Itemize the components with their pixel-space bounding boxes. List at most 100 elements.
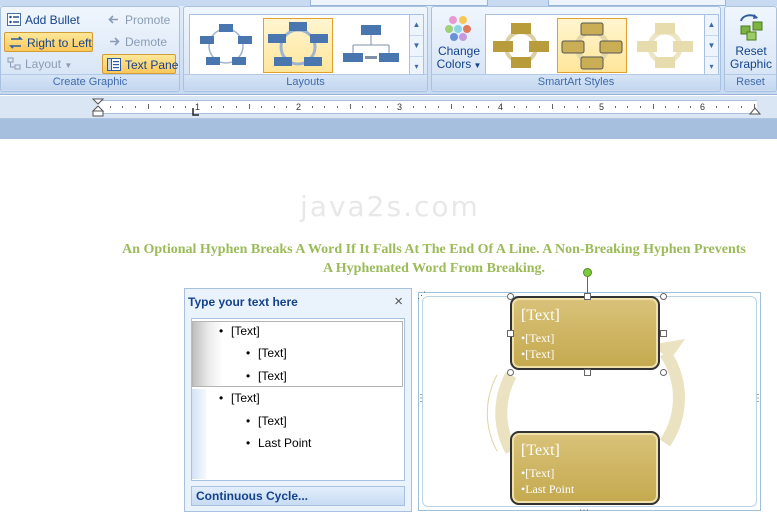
layout-dropdown-button[interactable]: Layout ▼ xyxy=(3,54,72,74)
ruler-tick xyxy=(210,106,212,108)
ruler-tick xyxy=(349,104,351,109)
style-option-light[interactable] xyxy=(632,18,698,73)
text-pane-button[interactable]: Text Pane xyxy=(102,54,179,74)
ruler-number: 5 xyxy=(599,102,605,112)
ruler-tick xyxy=(223,106,225,108)
scroll-up-icon[interactable]: ▲ xyxy=(410,15,423,36)
smartart-canvas[interactable]: [Text] •[Text] •[Text] [Text] •[Text] •L… xyxy=(416,268,763,516)
basic-cycle-thumbnail xyxy=(200,24,252,65)
styles-gallery-scrollbar[interactable]: ▲ ▼ ▾ xyxy=(704,15,718,78)
selected-item-group xyxy=(192,321,403,387)
resize-handle[interactable] xyxy=(660,369,667,376)
frame-bottom-handle[interactable]: ⋯ xyxy=(579,505,589,516)
ruler-tick xyxy=(134,106,136,108)
rotate-stem xyxy=(587,277,588,293)
tab-stop-icon[interactable] xyxy=(192,108,200,116)
resize-handle[interactable] xyxy=(584,293,591,300)
paragraph-line-1: An Optional Hyphen Breaks A Word If It F… xyxy=(122,242,746,257)
ruler-tick xyxy=(690,106,692,108)
ruler-tick xyxy=(677,106,679,108)
ruler-tick xyxy=(286,106,288,108)
ruler-tick xyxy=(172,106,174,108)
page-gap xyxy=(0,119,777,139)
change-colors-button[interactable]: Change Colors ▼ xyxy=(435,14,483,72)
resize-handle[interactable] xyxy=(507,369,514,376)
resize-handle[interactable] xyxy=(584,369,591,376)
ruler-tick xyxy=(652,104,654,109)
scroll-down-icon[interactable]: ▼ xyxy=(705,36,718,57)
frame-side-handle[interactable]: ⋮ xyxy=(416,393,426,404)
right-indent-marker-icon[interactable] xyxy=(749,105,761,115)
ruler-tick xyxy=(564,106,566,108)
node-bullet: •[Text] xyxy=(521,331,555,345)
demote-button[interactable]: Demote xyxy=(103,32,167,52)
scroll-down-icon[interactable]: ▼ xyxy=(410,36,423,57)
demote-arrow-icon xyxy=(110,37,120,46)
ruler-tick xyxy=(147,104,149,109)
ruler-tick xyxy=(109,106,111,108)
chevron-down-icon: ▼ xyxy=(471,61,482,70)
text-pane-item-level2[interactable]: [Text] xyxy=(246,346,287,360)
ruler-tick xyxy=(551,104,553,109)
resize-handle[interactable] xyxy=(660,330,667,337)
right-to-left-icon xyxy=(9,36,23,49)
frame-corner[interactable]: ⋰ xyxy=(417,291,426,300)
rotate-handle[interactable] xyxy=(583,268,592,277)
layout-option-continuous-cycle[interactable] xyxy=(263,18,333,73)
ruler-tick xyxy=(273,106,275,108)
close-icon[interactable]: × xyxy=(394,293,403,310)
smartart-node-2[interactable]: [Text] •[Text] •Last Point xyxy=(510,431,660,505)
text-pane-item-level1[interactable]: [Text] xyxy=(219,391,260,405)
text-pane-list[interactable]: [Text] [Text] [Text] [Text] [Text] Last … xyxy=(191,318,405,481)
node-bullet: •[Text] xyxy=(521,347,555,361)
reset-graphic-button[interactable]: Reset Graphic xyxy=(726,12,776,71)
ruler-tick xyxy=(160,106,162,108)
layouts-gallery-scrollbar[interactable]: ▲ ▼ ▾ xyxy=(409,15,423,78)
ruler-number: 6 xyxy=(700,102,706,112)
selected-style-thumbnail xyxy=(561,22,623,70)
scroll-up-icon[interactable]: ▲ xyxy=(705,15,718,36)
promote-arrow-icon xyxy=(108,15,118,24)
style-option-flat[interactable] xyxy=(488,18,554,73)
left-indent-marker-icon[interactable] xyxy=(92,98,104,118)
document-paragraph[interactable]: An Optional Hyphen Breaks A Word If It F… xyxy=(100,240,768,278)
node-title: [Text] xyxy=(521,442,560,459)
smartart-text-pane: Type your text here × [Text] [Text] [Tex… xyxy=(184,288,412,512)
ruler-tick xyxy=(488,106,490,108)
right-to-left-label: Right to Left xyxy=(27,36,92,50)
horizontal-ruler[interactable]: 123456 xyxy=(0,96,777,119)
resize-handle[interactable] xyxy=(507,330,514,337)
ruler-tick xyxy=(475,106,477,108)
style-option-selected[interactable] xyxy=(557,18,627,73)
text-pane-title: Type your text here xyxy=(188,295,298,309)
layout-name-link[interactable]: Continuous Cycle... xyxy=(191,486,405,506)
smartart-node-1[interactable]: [Text] •[Text] •[Text] xyxy=(510,296,660,370)
text-pane-item-level2[interactable]: Last Point xyxy=(246,436,311,450)
smartart-styles-gallery: ▲ ▼ ▾ xyxy=(485,14,719,79)
ruler-tick xyxy=(639,106,641,108)
smartart-styles-group: Change Colors ▼ ▲ ▼ ▾ SmartArt Styles xyxy=(431,6,721,92)
promote-button[interactable]: Promote xyxy=(103,10,170,30)
resize-handle[interactable] xyxy=(507,293,514,300)
reset-group: Reset Graphic Reset xyxy=(724,6,777,92)
smartart-styles-group-label: SmartArt Styles xyxy=(432,74,720,90)
ruler-tick xyxy=(324,106,326,108)
ruler-tick xyxy=(627,106,629,108)
layout-option-basic-cycle[interactable] xyxy=(193,18,259,73)
ruler-tick xyxy=(412,106,414,108)
resize-handle[interactable] xyxy=(660,293,667,300)
layout-option-hierarchy[interactable] xyxy=(338,18,404,73)
frame-side-handle[interactable]: ⋮ xyxy=(753,393,763,404)
ruler-tick xyxy=(425,106,427,108)
text-pane-icon xyxy=(107,58,121,71)
text-pane-item-level1[interactable]: [Text] xyxy=(219,324,260,338)
right-to-left-button[interactable]: Right to Left xyxy=(4,32,93,52)
ruler-tick xyxy=(387,106,389,108)
chevron-down-icon: ▼ xyxy=(64,61,73,70)
ruler-tick xyxy=(526,106,528,108)
text-pane-item-level2[interactable]: [Text] xyxy=(246,369,287,383)
add-bullet-button[interactable]: Add Bullet xyxy=(3,10,80,30)
text-pane-item-level2[interactable]: [Text] xyxy=(246,414,287,428)
text-pane-label: Text Pane xyxy=(125,58,179,72)
promote-label: Promote xyxy=(125,13,171,27)
